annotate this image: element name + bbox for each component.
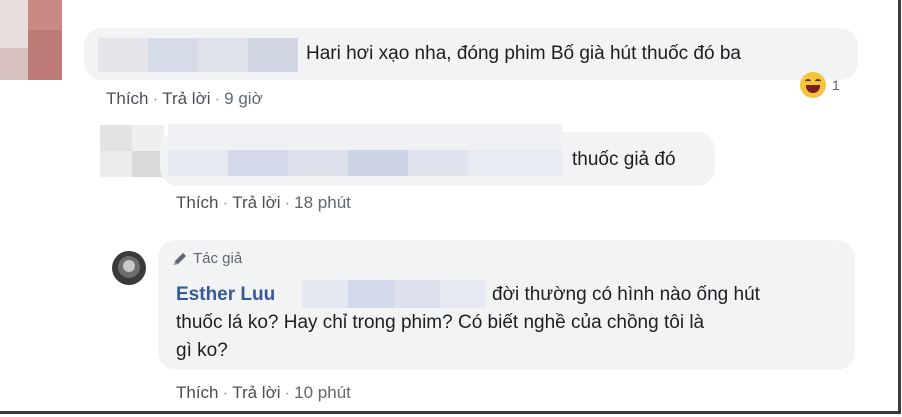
author-tag-label: Tác giả — [193, 250, 243, 267]
comment-text-line: gì ko? — [176, 340, 228, 361]
comment-text-line: đời thường có hình nào ống hút — [492, 284, 760, 305]
laughing-emoji-icon — [800, 72, 826, 98]
comment-text: Hari hơi xạo nha, đóng phim Bố già hút t… — [306, 43, 741, 64]
comment-author-name: Esther Luu — [176, 281, 275, 308]
timestamp[interactable]: 9 giờ — [224, 89, 263, 108]
blurred-tagged-name — [302, 280, 486, 308]
reaction-count: 1 — [832, 77, 840, 93]
avatar[interactable] — [112, 251, 146, 285]
blurred-avatar — [100, 125, 164, 177]
comment-text: thuốc giả đó — [572, 149, 676, 170]
blurred-name — [168, 124, 562, 176]
blurred-name — [98, 38, 298, 72]
like-link[interactable]: Thích — [176, 383, 219, 402]
pencil-icon — [174, 252, 186, 265]
comment-actions: Thích · Trả lời · 18 phút — [176, 193, 351, 212]
comment-actions: Thích · Trả lời · 10 phút — [176, 383, 351, 402]
reply-link[interactable]: Trả lời — [162, 89, 210, 108]
author-name-link[interactable]: Esther Luu — [176, 284, 275, 305]
reply-link[interactable]: Trả lời — [232, 383, 280, 402]
blurred-avatar — [0, 0, 66, 80]
timestamp[interactable]: 18 phút — [294, 193, 351, 212]
timestamp[interactable]: 10 phút — [294, 383, 351, 402]
reaction-badge[interactable]: 1 — [800, 72, 840, 98]
reply-link[interactable]: Trả lời — [232, 193, 280, 212]
like-link[interactable]: Thích — [106, 89, 149, 108]
author-badge: Tác giả — [172, 250, 242, 267]
comment-actions: Thích · Trả lời · 9 giờ — [106, 89, 263, 108]
like-link[interactable]: Thích — [176, 193, 219, 212]
comment-text-line: thuốc lá ko? Hay chỉ trong phim? Có biết… — [176, 312, 705, 333]
